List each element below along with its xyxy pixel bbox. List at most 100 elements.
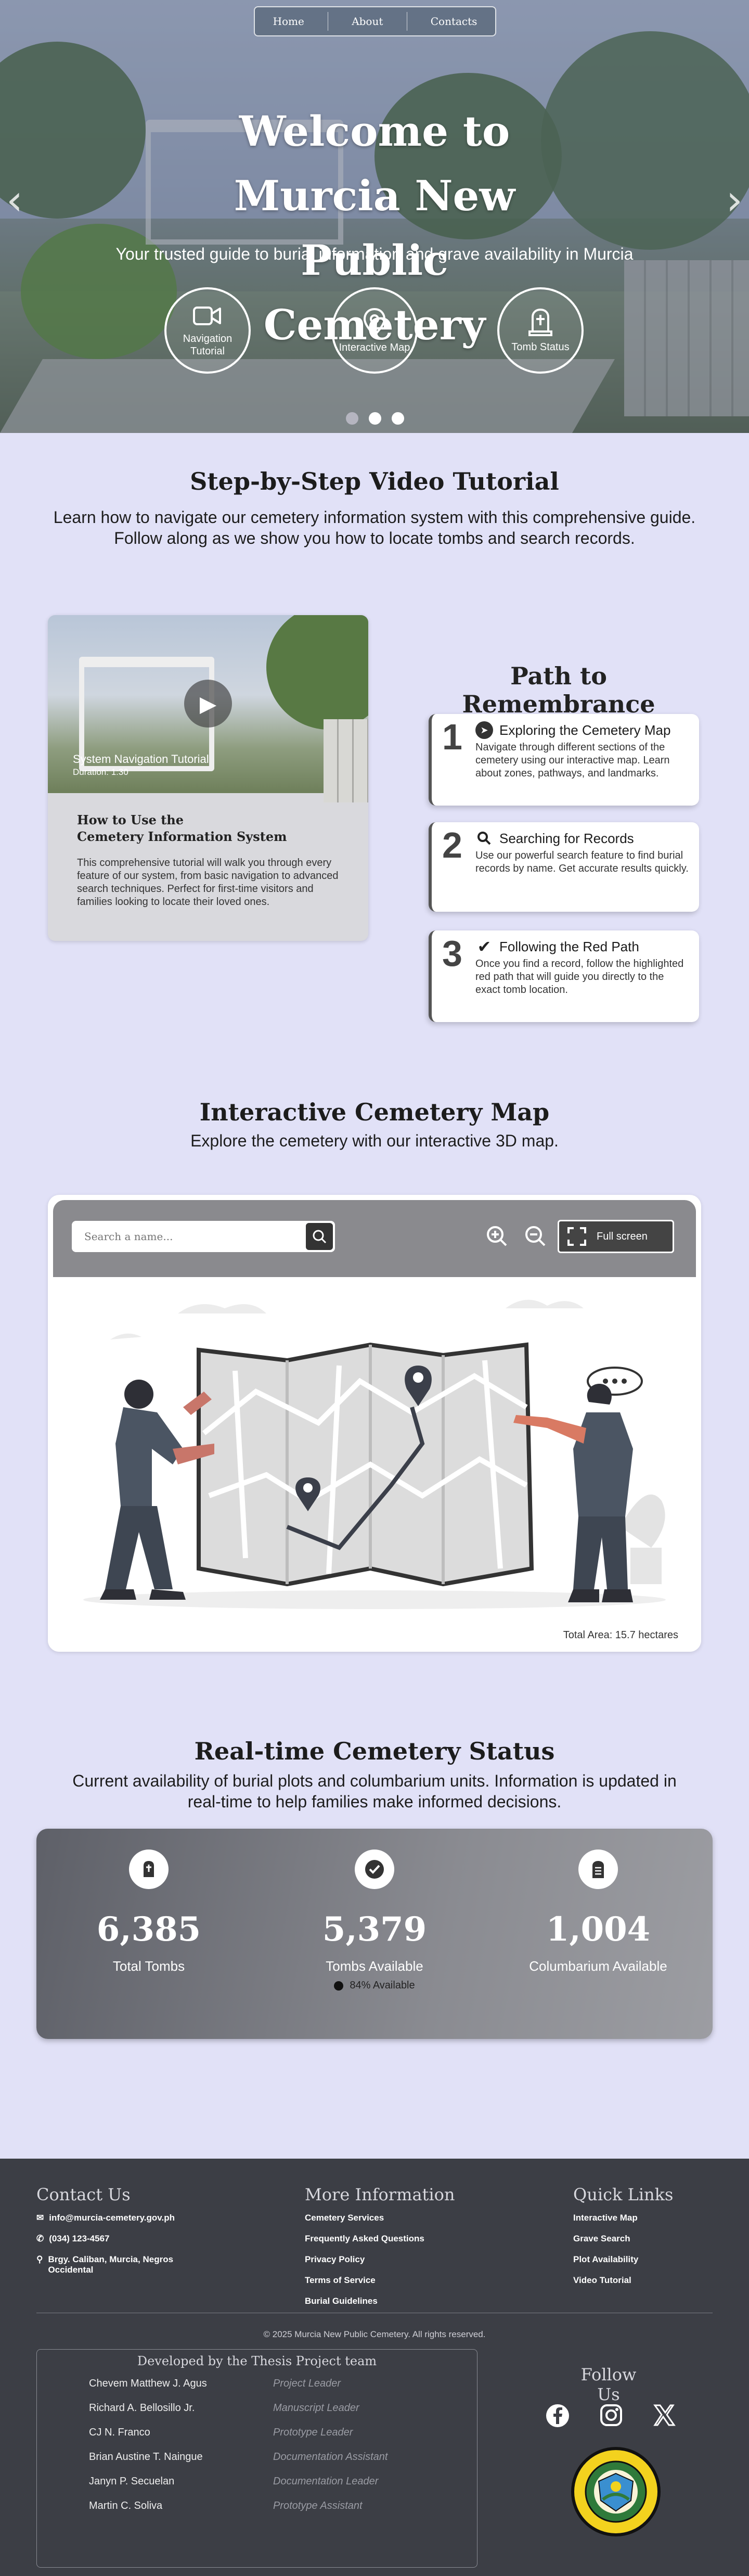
- footer-link[interactable]: Grave Search: [573, 2234, 673, 2244]
- member-role: Manuscript Leader: [273, 2402, 359, 2414]
- video-heading: How to Use the Cemetery Information Syst…: [77, 812, 339, 845]
- footer-link[interactable]: Terms of Service: [305, 2275, 455, 2286]
- team-member: Janyn P. Secuelan Documentation Leader: [89, 2476, 477, 2488]
- facebook-icon[interactable]: [545, 2403, 570, 2431]
- member-name: CJ N. Franco: [89, 2427, 150, 2438]
- footer-more-info: More Information Cemetery Services Frequ…: [305, 2185, 455, 2317]
- footer-heading: Quick Links: [573, 2185, 674, 2204]
- video-title: System Navigation Tutorial: [73, 753, 209, 766]
- zoom-in-icon[interactable]: [485, 1224, 510, 1249]
- fullscreen-icon: [567, 1227, 586, 1246]
- check-circle-icon: [355, 1850, 394, 1889]
- quick-link-navigation-tutorial[interactable]: Navigation Tutorial: [164, 287, 251, 374]
- footer-link[interactable]: Privacy Policy: [305, 2254, 455, 2265]
- quick-link-interactive-map[interactable]: Interactive Map: [331, 287, 418, 374]
- stat-label: Columbarium Available: [529, 1958, 667, 1974]
- total-area-label: Total Area: 15.7 hectares: [563, 1629, 678, 1641]
- map-illustration: [83, 1299, 666, 1609]
- columbarium-icon: [578, 1850, 618, 1889]
- footer-link[interactable]: Frequently Asked Questions: [305, 2234, 455, 2244]
- step-number: 3: [442, 933, 462, 974]
- contact-phone[interactable]: ✆ (034) 123-4567: [36, 2234, 183, 2244]
- nav-about-link[interactable]: About: [339, 12, 395, 31]
- path-title: Path to Remembrance: [462, 662, 655, 718]
- step-title: Exploring the Cemetery Map: [499, 722, 671, 738]
- status-card: 6,385 Total Tombs 5,379 Tombs Available …: [36, 1829, 713, 2039]
- x-twitter-icon[interactable]: [652, 2403, 676, 2431]
- map-pin-icon: [363, 308, 386, 337]
- stat-value: 5,379: [322, 1910, 427, 1949]
- step-text: Once you find a record, follow the highl…: [475, 958, 684, 996]
- fullscreen-button[interactable]: Full screen: [558, 1220, 674, 1253]
- phone-icon: ✆: [36, 2234, 44, 2243]
- member-role: Documentation Leader: [273, 2476, 379, 2487]
- status-description: Current availability of burial plots and…: [72, 1771, 677, 1811]
- availability-dot: [334, 1981, 344, 1991]
- tutorial-description: Learn how to navigate our cemetery infor…: [53, 508, 696, 547]
- carousel-dot[interactable]: [346, 412, 358, 425]
- video-body: This comprehensive tutorial will walk yo…: [77, 857, 339, 908]
- nav-home-link[interactable]: Home: [261, 12, 317, 31]
- top-navigation: Home About Contacts: [254, 6, 496, 36]
- footer-quick-links: Quick Links Interactive Map Grave Search…: [573, 2185, 673, 2296]
- video-duration: Duration: 1:30: [73, 767, 128, 777]
- stat-columbarium-available: 1,004 Columbarium Available: [520, 1850, 676, 1974]
- footer-link[interactable]: Video Tutorial: [573, 2275, 673, 2286]
- step-number: 2: [442, 825, 462, 865]
- video-heading-line2: Cemetery Information System: [77, 829, 287, 844]
- team-member: CJ N. Franco Prototype Leader: [89, 2427, 477, 2439]
- compass-icon: ➤: [475, 721, 493, 739]
- map-search-input[interactable]: [72, 1230, 306, 1243]
- play-icon[interactable]: ▶: [184, 680, 232, 728]
- copyright: © 2025 Murcia New Public Cemetery. All r…: [263, 2329, 486, 2339]
- hero-banner: Home About Contacts ‹ › Welcome to Murci…: [0, 0, 749, 433]
- team-box: Developed by the Thesis Project team Che…: [36, 2349, 477, 2568]
- video-thumbnail[interactable]: ▶ System Navigation Tutorial Duration: 1…: [48, 615, 368, 802]
- quick-link-tomb-status[interactable]: Tomb Status: [497, 287, 584, 374]
- contact-email[interactable]: ✉ info@murcia-cemetery.gov.ph: [36, 2213, 183, 2223]
- member-role: Prototype Assistant: [273, 2500, 363, 2511]
- step-text: Navigate through different sections of t…: [475, 742, 670, 779]
- footer-link[interactable]: Cemetery Services: [305, 2213, 455, 2223]
- member-role: Documentation Assistant: [273, 2451, 388, 2463]
- team-member: Brian Austine T. Naingue Documentation As…: [89, 2451, 477, 2463]
- nav-contacts-link[interactable]: Contacts: [418, 12, 490, 31]
- tutorial-section: Step-by-Step Video Tutorial Learn how to…: [0, 433, 749, 1057]
- map-search-box: [72, 1221, 335, 1252]
- footer-heading: More Information: [305, 2185, 455, 2204]
- search-icon: [475, 830, 493, 847]
- stat-tombs-available: 5,379 Tombs Available 84% Available: [296, 1850, 453, 1992]
- stat-label: Tombs Available: [326, 1958, 423, 1974]
- thumbnail-wall: [324, 719, 368, 802]
- search-icon[interactable]: [306, 1223, 333, 1250]
- video-heading-line1: How to Use the: [77, 812, 184, 827]
- phone-text: (034) 123-4567: [49, 2234, 110, 2243]
- quick-link-label: Tomb Status: [511, 341, 570, 353]
- check-icon: ✔: [477, 937, 492, 956]
- instagram-icon[interactable]: [599, 2403, 623, 2431]
- footer-link[interactable]: Burial Guidelines: [305, 2296, 455, 2306]
- quick-link-label: Navigation Tutorial: [183, 333, 233, 357]
- stat-value: 1,004: [546, 1910, 651, 1949]
- video-card: ▶ System Navigation Tutorial Duration: 1…: [48, 615, 368, 941]
- quick-link-label: Interactive Map: [339, 342, 410, 353]
- member-name: Martin C. Soliva: [89, 2500, 163, 2511]
- map-canvas[interactable]: Total Area: 15.7 hectares: [48, 1277, 701, 1652]
- availability-percent: 84% Available: [350, 1980, 415, 1991]
- team-member: Chevem Matthew J. Agus Project Leader: [89, 2378, 477, 2390]
- tutorial-title: Step-by-Step Video Tutorial: [190, 467, 559, 495]
- hero-subtitle: Your trusted guide to burial information…: [115, 245, 634, 263]
- map-description: Explore the cemetery with our interactiv…: [190, 1131, 559, 1150]
- carousel-dot-active[interactable]: [369, 412, 381, 425]
- footer-contact: Contact Us ✉ info@murcia-cemetery.gov.ph…: [36, 2185, 183, 2286]
- thumbnail-tree: [266, 615, 368, 730]
- member-role: Prototype Leader: [273, 2427, 353, 2438]
- carousel-indicators: [346, 412, 404, 425]
- map-section: Interactive Cemetery Map Explore the cem…: [0, 1057, 749, 1737]
- stat-total-tombs: 6,385 Total Tombs: [71, 1850, 227, 1974]
- carousel-dot[interactable]: [392, 412, 404, 425]
- footer-link[interactable]: Interactive Map: [573, 2213, 673, 2223]
- zoom-out-icon[interactable]: [523, 1224, 548, 1249]
- footer-link[interactable]: Plot Availability: [573, 2254, 673, 2265]
- step-card-2: 2 Searching for Records Use our powerful…: [429, 822, 699, 912]
